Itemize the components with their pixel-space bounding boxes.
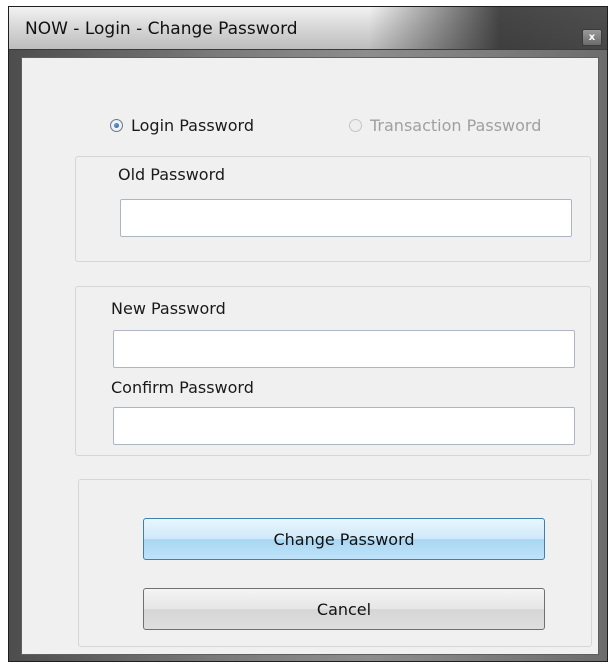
- new-password-field[interactable]: [113, 330, 575, 368]
- close-button[interactable]: x: [582, 29, 602, 46]
- title-bar[interactable]: NOW - Login - Change Password x: [9, 7, 607, 50]
- title-bar-shading: [369, 7, 607, 49]
- new-password-group: New Password Confirm Password: [75, 286, 591, 456]
- new-password-label: New Password: [111, 299, 226, 318]
- transaction-password-radio: Transaction Password: [349, 116, 541, 135]
- login-password-radio[interactable]: Login Password: [110, 116, 254, 135]
- radio-checked-icon[interactable]: [110, 119, 123, 132]
- old-password-group: Old Password: [75, 156, 591, 262]
- change-password-button[interactable]: Change Password: [143, 518, 545, 560]
- transaction-password-label: Transaction Password: [370, 116, 542, 135]
- old-password-label: Old Password: [118, 165, 226, 184]
- confirm-password-field[interactable]: [113, 407, 575, 445]
- old-password-field[interactable]: [120, 199, 572, 237]
- dialog-window: NOW - Login - Change Password x Login Pa…: [8, 6, 608, 662]
- radio-disabled-icon: [349, 119, 362, 132]
- cancel-button[interactable]: Cancel: [143, 588, 545, 630]
- dialog-body: Login Password Transaction Password Old …: [21, 57, 599, 655]
- login-password-label: Login Password: [131, 116, 254, 135]
- window-title: NOW - Login - Change Password: [25, 19, 298, 39]
- confirm-password-label: Confirm Password: [111, 378, 254, 397]
